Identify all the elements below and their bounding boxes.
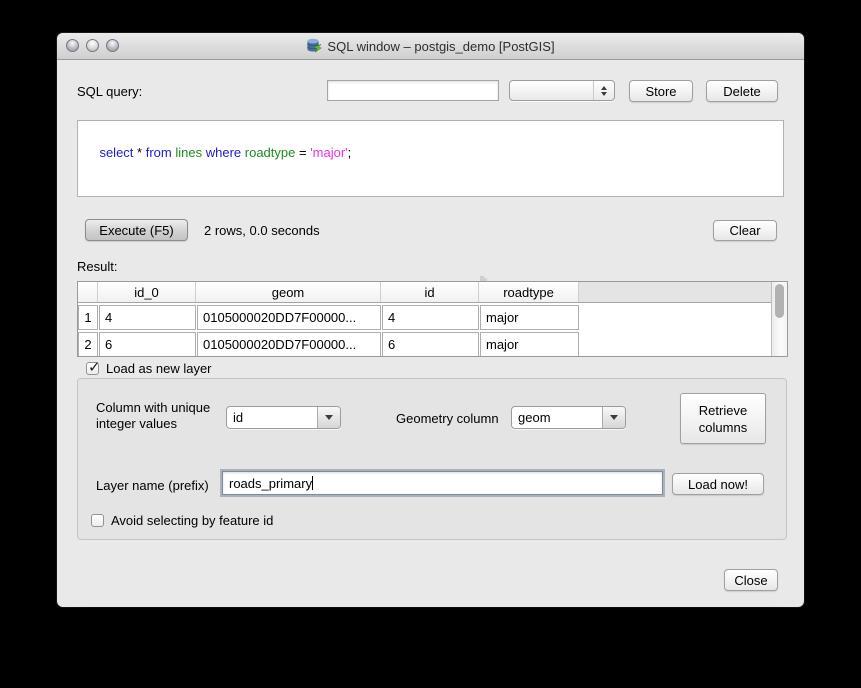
geometry-column-value: geom bbox=[512, 410, 602, 425]
cell-id[interactable]: 6 bbox=[382, 332, 479, 357]
result-label: Result: bbox=[77, 259, 117, 274]
cell-geom[interactable]: 0105000020DD7F00000... bbox=[197, 305, 381, 330]
column-header-geom[interactable]: geom bbox=[196, 282, 381, 302]
row-number: 1 bbox=[78, 305, 98, 330]
sql-token: from bbox=[146, 145, 172, 160]
delete-button[interactable]: Delete bbox=[706, 80, 778, 102]
window-title: SQL window – postgis_demo [PostGIS] bbox=[327, 39, 554, 54]
table-scrollbar-thumb[interactable] bbox=[775, 284, 784, 318]
column-header-roadtype[interactable]: roadtype bbox=[479, 282, 579, 302]
query-name-input[interactable] bbox=[327, 80, 499, 101]
close-button[interactable]: Close bbox=[724, 569, 778, 591]
execute-button[interactable]: Execute (F5) bbox=[85, 219, 188, 241]
load-as-new-layer-checkbox[interactable]: ✓ bbox=[86, 362, 99, 375]
sql-token: 'major' bbox=[310, 145, 347, 160]
stepper-arrows-icon bbox=[593, 81, 614, 100]
table-header-row: id_0 geom id roadtype bbox=[78, 282, 787, 303]
unique-column-combo[interactable]: id bbox=[226, 406, 341, 429]
load-as-new-layer-label[interactable]: Load as new layer bbox=[106, 361, 212, 376]
column-header-id0[interactable]: id_0 bbox=[98, 282, 196, 302]
unique-column-label: Column with unique integer values bbox=[96, 400, 210, 432]
layer-name-value: roads_primary bbox=[229, 476, 312, 491]
load-now-button[interactable]: Load now! bbox=[672, 473, 764, 495]
sql-token: lines bbox=[175, 145, 202, 160]
sql-query-label: SQL query: bbox=[77, 84, 142, 99]
retrieve-columns-button[interactable]: Retrieve columns bbox=[680, 393, 766, 444]
query-status-text: 2 rows, 0.0 seconds bbox=[204, 223, 320, 238]
store-button[interactable]: Store bbox=[629, 80, 693, 102]
geometry-column-combo[interactable]: geom bbox=[511, 406, 626, 429]
table-scrollbar[interactable] bbox=[771, 282, 787, 356]
layer-name-input[interactable]: roads_primary bbox=[222, 471, 663, 495]
clear-button[interactable]: Clear bbox=[713, 220, 777, 241]
sql-editor[interactable]: select * from lines where roadtype = 'ma… bbox=[77, 120, 784, 197]
sql-query-text: select * from lines where roadtype = 'ma… bbox=[99, 145, 351, 160]
row-number-header[interactable] bbox=[78, 282, 98, 302]
row-number: 2 bbox=[78, 332, 98, 357]
cell-roadtype[interactable]: major bbox=[480, 332, 579, 357]
postgis-db-icon bbox=[306, 38, 322, 54]
chevron-down-icon[interactable] bbox=[602, 407, 625, 428]
result-table[interactable]: id_0 geom id roadtype 1 4 0105000020DD7F… bbox=[77, 281, 788, 357]
cell-roadtype[interactable]: major bbox=[480, 305, 579, 330]
layer-name-label: Layer name (prefix) bbox=[96, 478, 209, 493]
load-options-groupbox: Column with unique integer values id Geo… bbox=[77, 378, 787, 540]
avoid-selecting-checkbox[interactable] bbox=[91, 514, 104, 527]
chevron-down-icon[interactable] bbox=[317, 407, 340, 428]
sql-token: * bbox=[133, 145, 145, 160]
sql-token: where bbox=[206, 145, 241, 160]
cell-id0[interactable]: 4 bbox=[99, 305, 196, 330]
table-row[interactable]: 2 6 0105000020DD7F00000... 6 major bbox=[78, 332, 787, 357]
query-preset-combo[interactable] bbox=[509, 80, 615, 101]
close-window-icon[interactable] bbox=[66, 39, 79, 52]
minimize-window-icon[interactable] bbox=[86, 39, 99, 52]
cell-id0[interactable]: 6 bbox=[99, 332, 196, 357]
geometry-column-label: Geometry column bbox=[396, 411, 499, 426]
unique-column-value: id bbox=[227, 410, 317, 425]
table-row[interactable]: 1 4 0105000020DD7F00000... 4 major bbox=[78, 305, 787, 330]
title-bar[interactable]: SQL window – postgis_demo [PostGIS] bbox=[57, 33, 804, 60]
avoid-selecting-label[interactable]: Avoid selecting by feature id bbox=[111, 513, 273, 528]
sql-token: roadtype bbox=[245, 145, 296, 160]
traffic-lights bbox=[66, 39, 119, 52]
column-header-id[interactable]: id bbox=[381, 282, 479, 302]
checkmark-icon: ✓ bbox=[88, 358, 101, 376]
cell-id[interactable]: 4 bbox=[382, 305, 479, 330]
sql-token: select bbox=[99, 145, 133, 160]
sql-token: = bbox=[295, 145, 310, 160]
sql-window: SQL window – postgis_demo [PostGIS] SQL … bbox=[57, 33, 804, 607]
text-caret bbox=[312, 476, 313, 490]
cell-geom[interactable]: 0105000020DD7F00000... bbox=[197, 332, 381, 357]
sql-token: ; bbox=[348, 145, 352, 160]
zoom-window-icon[interactable] bbox=[106, 39, 119, 52]
